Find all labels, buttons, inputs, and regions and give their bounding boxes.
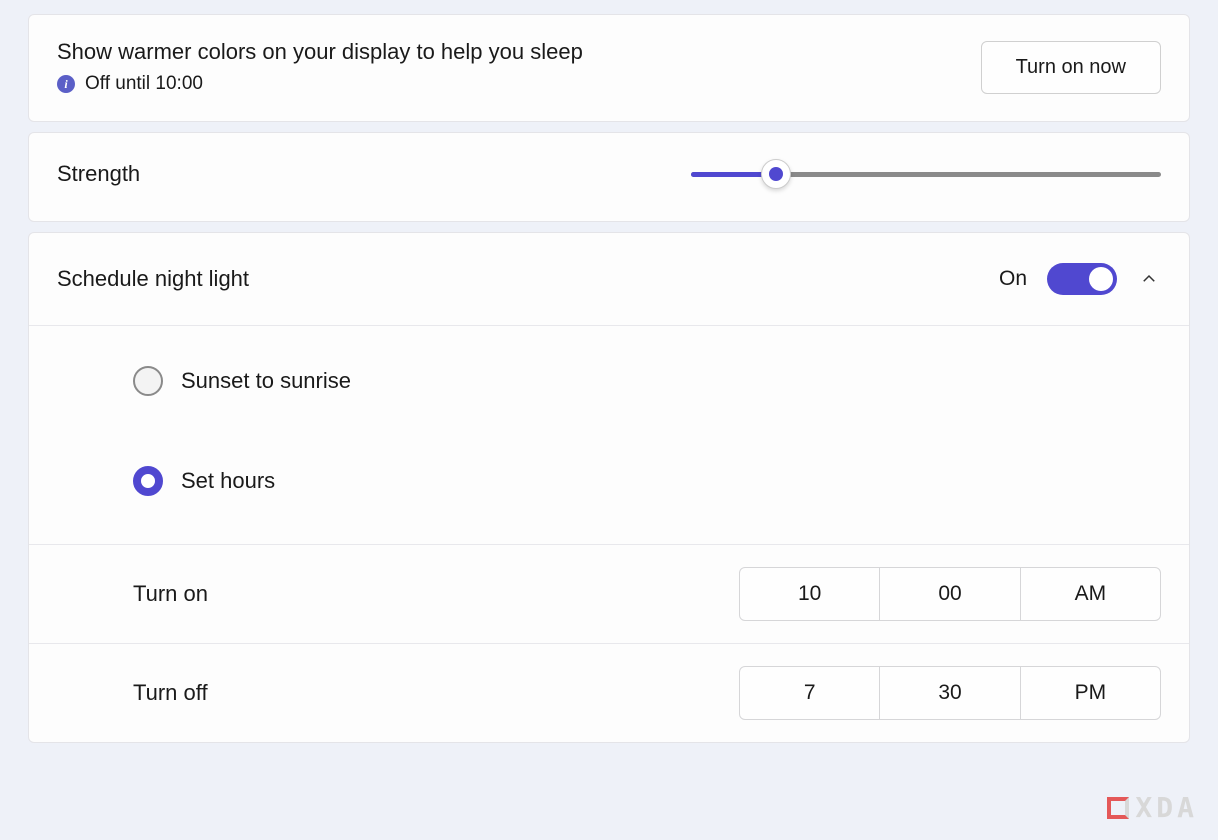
turn-on-now-button[interactable]: Turn on now — [981, 41, 1161, 94]
strength-label: Strength — [57, 161, 140, 187]
radio-row-sunset[interactable]: Sunset to sunrise — [133, 366, 1161, 396]
night-light-status: Off until 10:00 — [85, 73, 203, 95]
turn-off-minute[interactable]: 30 — [880, 667, 1020, 719]
strength-card: Strength — [28, 132, 1190, 222]
turn-on-minute[interactable]: 00 — [880, 568, 1020, 620]
turn-off-hour[interactable]: 7 — [740, 667, 880, 719]
turn-on-label: Turn on — [133, 581, 208, 607]
watermark-logo-icon — [1107, 797, 1129, 819]
watermark-text: XDA — [1135, 791, 1198, 824]
night-light-header-card: Show warmer colors on your display to he… — [28, 14, 1190, 122]
turn-on-hour[interactable]: 10 — [740, 568, 880, 620]
turn-on-period[interactable]: AM — [1021, 568, 1160, 620]
slider-thumb[interactable] — [761, 159, 791, 189]
radio-sunset[interactable] — [133, 366, 163, 396]
radio-row-sethours[interactable]: Set hours — [133, 466, 1161, 496]
radio-sunset-label: Sunset to sunrise — [181, 368, 351, 394]
toggle-knob — [1089, 267, 1113, 291]
info-icon: i — [57, 75, 75, 93]
turn-off-row: Turn off 7 30 PM — [29, 644, 1189, 742]
radio-sethours[interactable] — [133, 466, 163, 496]
schedule-options: Sunset to sunrise Set hours — [29, 326, 1189, 545]
schedule-card: Schedule night light On Sunset to sunris… — [28, 232, 1190, 743]
chevron-up-icon — [1140, 270, 1158, 288]
strength-slider[interactable] — [691, 162, 1161, 186]
watermark: XDA — [1107, 791, 1198, 824]
schedule-toggle-label: On — [999, 267, 1027, 291]
night-light-status-line: i Off until 10:00 — [57, 73, 583, 95]
turn-on-time-picker[interactable]: 10 00 AM — [739, 567, 1161, 621]
turn-on-row: Turn on 10 00 AM — [29, 545, 1189, 644]
turn-off-label: Turn off — [133, 680, 208, 706]
night-light-title: Show warmer colors on your display to he… — [57, 39, 583, 65]
turn-off-time-picker[interactable]: 7 30 PM — [739, 666, 1161, 720]
schedule-toggle[interactable] — [1047, 263, 1117, 295]
radio-sethours-label: Set hours — [181, 468, 275, 494]
turn-off-period[interactable]: PM — [1021, 667, 1160, 719]
expand-collapse-button[interactable] — [1137, 267, 1161, 291]
schedule-header[interactable]: Schedule night light On — [29, 233, 1189, 326]
schedule-title: Schedule night light — [57, 266, 249, 292]
night-light-header-text: Show warmer colors on your display to he… — [57, 39, 583, 95]
